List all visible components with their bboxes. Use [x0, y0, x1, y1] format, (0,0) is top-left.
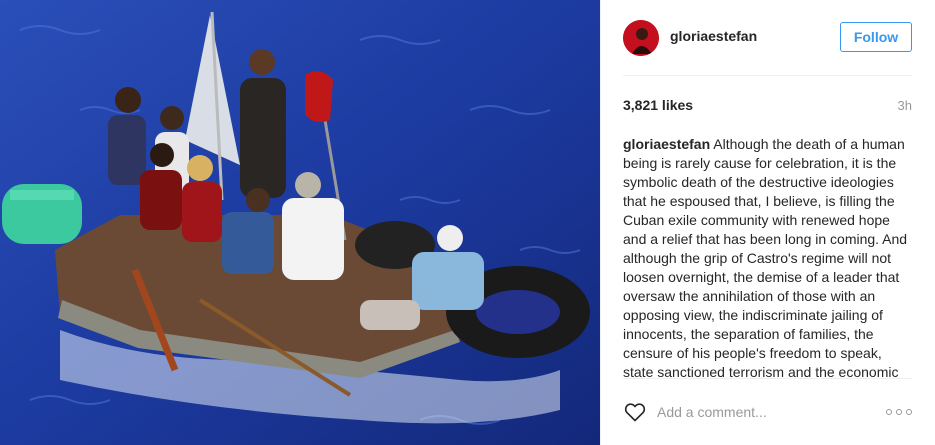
more-dot [896, 409, 902, 415]
comment-bar [623, 378, 912, 445]
more-dot [886, 409, 892, 415]
post-meta: 3,821 likes 3h [623, 94, 912, 116]
instagram-post: gloriaestefan Follow 3,821 likes 3h glor… [0, 0, 935, 445]
post-photo[interactable] [0, 0, 600, 445]
follow-button[interactable]: Follow [840, 21, 912, 52]
more-dot [906, 409, 912, 415]
raft-at-sea-image [0, 0, 600, 445]
post-timestamp[interactable]: 3h [898, 98, 912, 113]
avatar[interactable] [623, 19, 659, 56]
comment-input[interactable] [657, 404, 886, 420]
post-header: gloriaestefan Follow [623, 0, 912, 76]
username-link[interactable]: gloriaestefan [670, 28, 840, 44]
likes-count[interactable]: 3,821 likes [623, 97, 693, 113]
profile-avatar-icon [623, 19, 659, 56]
caption-text: Although the death of a human being is r… [623, 136, 908, 378]
more-options-icon[interactable] [886, 407, 912, 417]
caption-author[interactable]: gloriaestefan [623, 136, 710, 152]
post-caption: gloriaestefan Although the death of a hu… [623, 135, 913, 378]
post-side-panel: gloriaestefan Follow 3,821 likes 3h glor… [600, 0, 935, 445]
heart-icon[interactable] [623, 400, 647, 424]
